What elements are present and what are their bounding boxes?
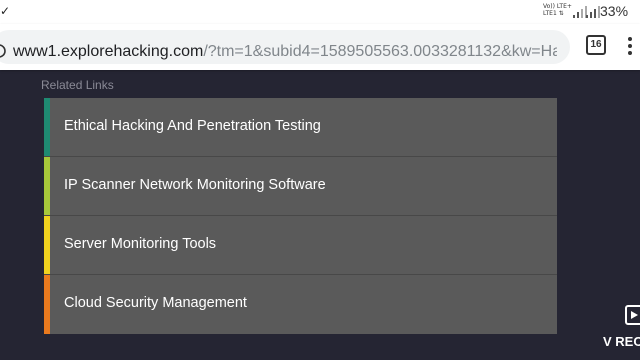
link-accent-bar — [44, 216, 50, 274]
recorder-label: V REC — [603, 334, 640, 349]
related-links-list: Ethical Hacking And Penetration Testing … — [44, 98, 557, 334]
recorder-icon — [625, 305, 640, 325]
url-path: /?tm=1&subid4=1589505563.0033281132&kw=H… — [203, 43, 557, 60]
status-bar: ✓ Vo)) LTE+ LTE1 ⇅ 33% — [0, 0, 640, 24]
tab-switcher-button[interactable]: 16 — [586, 35, 606, 55]
screen-recorder-overlay[interactable]: V REC — [603, 305, 640, 355]
related-links-heading: Related Links — [41, 78, 114, 92]
notification-icon: ✓ — [0, 4, 11, 18]
related-link-cloud-security[interactable]: Cloud Security Management — [44, 275, 557, 334]
network-line-1: Vo)) LTE+ — [543, 3, 572, 10]
link-label: Server Monitoring Tools — [64, 236, 217, 252]
link-accent-bar — [44, 98, 50, 156]
signal-strength-2-icon — [586, 6, 600, 18]
related-link-ethical-hacking[interactable]: Ethical Hacking And Penetration Testing — [44, 98, 557, 157]
link-accent-bar — [44, 157, 50, 215]
network-indicator: Vo)) LTE+ LTE1 ⇅ — [543, 3, 572, 17]
url-text[interactable]: www1.explorehacking.com/?tm=1&subid4=158… — [13, 43, 557, 61]
battery-percent: 33% — [600, 3, 629, 19]
link-label: Cloud Security Management — [64, 295, 247, 311]
related-link-server-monitoring[interactable]: Server Monitoring Tools — [44, 216, 557, 275]
link-label: IP Scanner Network Monitoring Software — [64, 177, 326, 193]
url-domain: www1.explorehacking.com — [13, 43, 204, 60]
link-accent-bar — [44, 275, 50, 334]
link-label: Ethical Hacking And Penetration Testing — [64, 118, 321, 134]
network-line-2: LTE1 ⇅ — [543, 10, 564, 17]
info-icon[interactable] — [0, 44, 6, 58]
url-bar[interactable]: www1.explorehacking.com/?tm=1&subid4=158… — [0, 30, 570, 64]
browser-toolbar: www1.explorehacking.com/?tm=1&subid4=158… — [0, 24, 640, 70]
more-options-icon[interactable] — [624, 35, 636, 57]
related-link-ip-scanner[interactable]: IP Scanner Network Monitoring Software — [44, 157, 557, 216]
